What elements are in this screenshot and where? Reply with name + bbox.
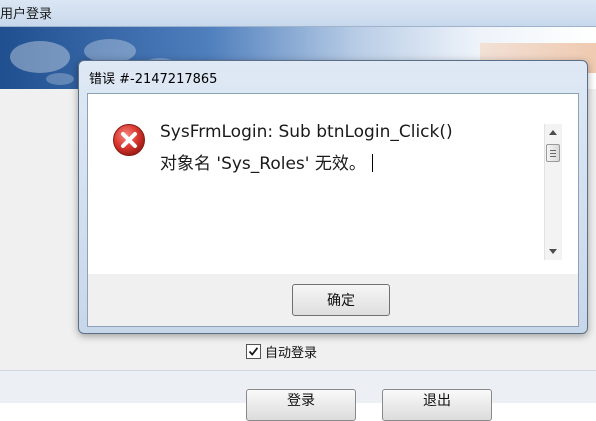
auto-login-label: 自动登录: [265, 345, 318, 361]
login-window-title: 用户登录: [0, 7, 53, 22]
text-caret: [371, 154, 373, 172]
scroll-down-arrow-icon[interactable]: [549, 249, 557, 254]
exit-button[interactable]: 退出: [382, 389, 492, 421]
scrollbar-thumb[interactable]: [546, 144, 560, 162]
login-window-titlebar: 用户登录: [0, 0, 596, 27]
error-message-line-1: SysFrmLogin: Sub btnLogin_Click(): [160, 122, 453, 142]
error-dialog-body: SysFrmLogin: Sub btnLogin_Click() 对象名 'S…: [87, 93, 579, 327]
error-dialog: 错误 #-2147217865 SysFrmLogin: Sub btnLogi…: [78, 60, 588, 334]
error-x-icon: [113, 124, 145, 156]
login-button[interactable]: 登录: [246, 389, 356, 421]
auto-login-checkbox[interactable]: [246, 343, 261, 359]
checkmark-icon: [248, 346, 259, 356]
message-scrollbar[interactable]: [544, 124, 562, 260]
scroll-up-arrow-icon[interactable]: [549, 130, 557, 135]
error-dialog-title: 错误 #-2147217865: [89, 72, 218, 87]
ok-button[interactable]: 确定: [292, 284, 390, 316]
auto-login-option[interactable]: 自动登录: [246, 341, 317, 361]
error-message-area: SysFrmLogin: Sub btnLogin_Click() 对象名 'S…: [88, 94, 578, 274]
error-message-line-2: 对象名 'Sys_Roles' 无效。: [160, 154, 366, 174]
error-message-line-2-wrap: 对象名 'Sys_Roles' 无效。: [160, 149, 373, 174]
